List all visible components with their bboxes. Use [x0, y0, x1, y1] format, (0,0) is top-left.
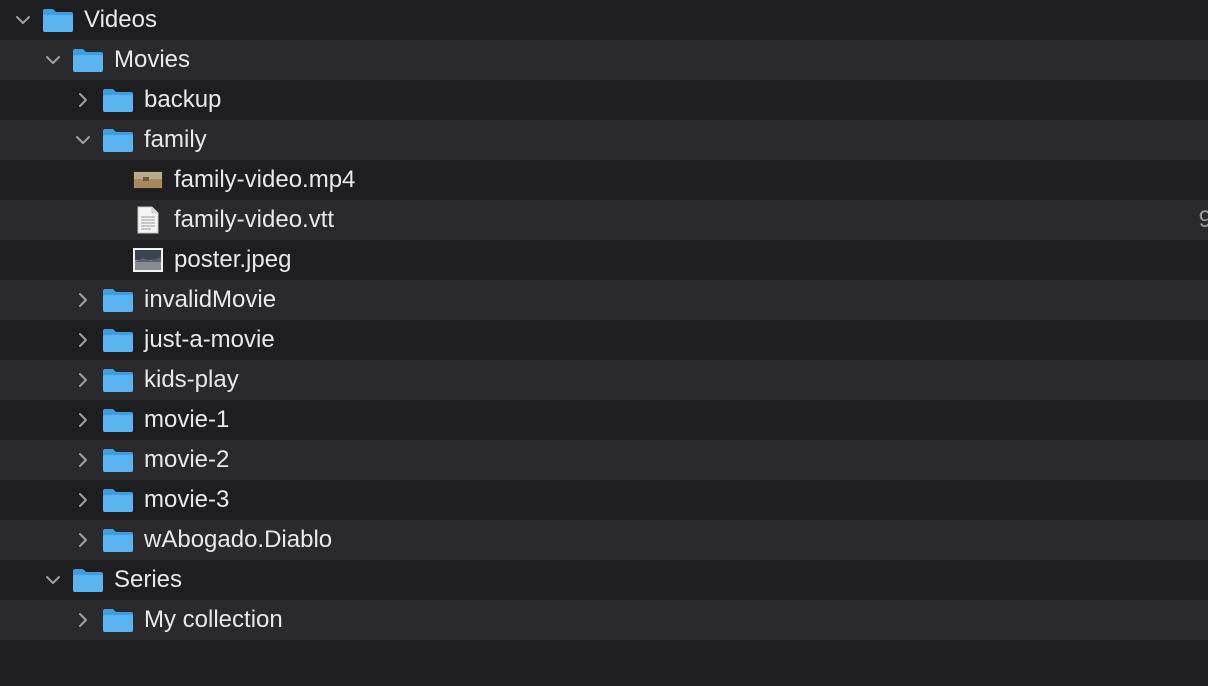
chevron-down-icon[interactable]	[42, 569, 64, 591]
folder-icon	[102, 87, 134, 113]
tree-row-label: family	[144, 126, 207, 153]
folder-icon	[72, 47, 104, 73]
chevron-right-icon[interactable]	[72, 609, 94, 631]
tree-row-label: My collection	[144, 606, 283, 633]
tree-row-label: Series	[114, 566, 183, 593]
tree-row-label: poster.jpeg	[174, 246, 292, 273]
tree-row-label: backup	[144, 86, 222, 113]
chevron-right-icon[interactable]	[72, 449, 94, 471]
video-thumbnail-icon	[132, 167, 164, 193]
tree-row-label: family-video.mp4	[174, 166, 356, 193]
folder-icon	[42, 7, 74, 33]
tree-row-label: just-a-movie	[144, 326, 275, 353]
empty-list-area	[0, 642, 1208, 686]
chevron-down-icon[interactable]	[12, 9, 34, 31]
chevron-down-icon[interactable]	[72, 129, 94, 151]
folder-icon	[102, 127, 134, 153]
tree-row-movie-3[interactable]: movie-3	[0, 480, 1208, 520]
tree-row-label: invalidMovie	[144, 286, 277, 313]
tree-row-label: movie-1	[144, 406, 230, 433]
chevron-down-icon[interactable]	[42, 49, 64, 71]
tree-row-label: movie-3	[144, 486, 230, 513]
tree-row-label: Videos	[84, 6, 157, 33]
tree-row-label: Movies	[114, 46, 191, 73]
tree-row-just-a-movie[interactable]: just-a-movie	[0, 320, 1208, 360]
tree-row-label: family-video.vtt	[174, 206, 335, 233]
document-icon	[132, 206, 164, 234]
finder-list-view: Videos Movies backup family family-video…	[0, 0, 1208, 686]
tree-row-videos[interactable]: Videos	[0, 0, 1208, 40]
chevron-right-icon[interactable]	[72, 529, 94, 551]
tree-row-kids-play[interactable]: kids-play	[0, 360, 1208, 400]
chevron-right-icon[interactable]	[72, 289, 94, 311]
folder-icon	[102, 607, 134, 633]
tree-row-invalidmovie[interactable]: invalidMovie	[0, 280, 1208, 320]
tree-row-label: wAbogado.Diablo	[144, 526, 333, 553]
folder-icon	[102, 367, 134, 393]
tree-row-movie-2[interactable]: movie-2	[0, 440, 1208, 480]
tree-row-backup[interactable]: backup	[0, 80, 1208, 120]
folder-icon	[102, 487, 134, 513]
folder-icon	[102, 327, 134, 353]
tree-row-label: movie-2	[144, 446, 230, 473]
tree-row-family-video-vtt[interactable]: family-video.vtt 9	[0, 200, 1208, 240]
tree-row-movies[interactable]: Movies	[0, 40, 1208, 80]
trailing-value: 9	[1198, 206, 1208, 233]
chevron-right-icon[interactable]	[72, 329, 94, 351]
chevron-right-icon[interactable]	[72, 409, 94, 431]
tree-row-family-video-mp4[interactable]: family-video.mp4	[0, 160, 1208, 200]
tree-row-label: kids-play	[144, 366, 239, 393]
chevron-right-icon[interactable]	[72, 369, 94, 391]
tree-row-family[interactable]: family	[0, 120, 1208, 160]
tree-row-my-collection[interactable]: My collection	[0, 600, 1208, 640]
tree-row-poster-jpeg[interactable]: poster.jpeg	[0, 240, 1208, 280]
image-thumbnail-icon	[132, 247, 164, 273]
folder-icon	[102, 447, 134, 473]
folder-icon	[72, 567, 104, 593]
tree-row-wabogado-diablo[interactable]: wAbogado.Diablo	[0, 520, 1208, 560]
folder-icon	[102, 407, 134, 433]
tree-row-movie-1[interactable]: movie-1	[0, 400, 1208, 440]
folder-icon	[102, 527, 134, 553]
chevron-right-icon[interactable]	[72, 89, 94, 111]
chevron-right-icon[interactable]	[72, 489, 94, 511]
folder-icon	[102, 287, 134, 313]
tree-row-series[interactable]: Series	[0, 560, 1208, 600]
